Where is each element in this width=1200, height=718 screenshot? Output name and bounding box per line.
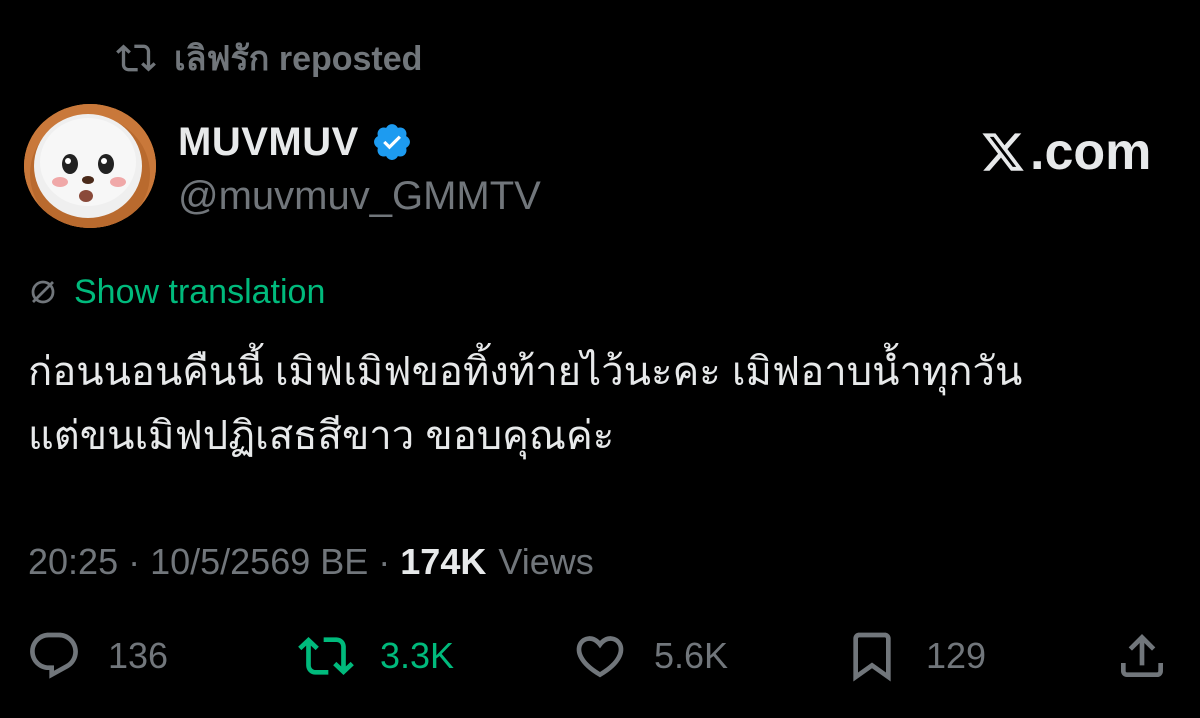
like-icon — [576, 636, 624, 678]
reply-icon — [30, 632, 78, 679]
show-translation-link[interactable]: Show translation — [28, 272, 325, 312]
like-count: 5.6K — [654, 635, 729, 676]
share-button[interactable] — [1114, 624, 1170, 688]
bookmark-button[interactable]: 129 — [844, 624, 986, 688]
verified-badge-icon — [373, 124, 410, 160]
repost-button[interactable]: 3.3K — [298, 624, 454, 688]
bookmark-count: 129 — [926, 635, 987, 676]
tweet-text: ก่อนนอนคืนนี้ เมิฟเมิฟขอทิ้งท้ายไว้นะคะ … — [28, 340, 1188, 468]
avatar-image — [24, 104, 156, 228]
author-name-row[interactable]: MUVMUV — [178, 118, 413, 166]
repost-label: reposted — [278, 40, 423, 78]
repost-banner[interactable]: เลิฟรัก reposted — [116, 36, 422, 80]
repost-count: 3.3K — [380, 635, 455, 676]
translate-icon — [31, 280, 55, 304]
tweet-meta: 20:25 · 10/5/2569 BE · 174K Views — [28, 538, 594, 586]
repost-icon — [298, 637, 354, 675]
tweet-text-line: ก่อนนอนคืนนี้ เมิฟเมิฟขอทิ้งท้ายไว้นะคะ … — [28, 350, 1023, 394]
watermark-text: .com — [1030, 123, 1152, 181]
avatar[interactable] — [24, 104, 156, 228]
share-icon — [1121, 634, 1163, 677]
views-count: 174K — [400, 541, 487, 582]
show-translation-label[interactable]: Show translation — [74, 273, 325, 312]
display-name[interactable]: MUVMUV — [178, 120, 359, 165]
x-logo-icon — [982, 133, 1024, 171]
reply-button[interactable]: 136 — [26, 624, 168, 688]
repost-user-name[interactable]: เลิฟรัก — [174, 40, 269, 78]
like-button[interactable]: 5.6K — [572, 624, 728, 688]
author-handle[interactable]: @muvmuv_GMMTV — [178, 172, 541, 220]
x-com-watermark: .com — [980, 122, 1151, 182]
tweet-time[interactable]: 20:25 — [28, 541, 118, 583]
reply-count: 136 — [108, 635, 169, 676]
meta-separator: · — [378, 541, 391, 582]
bookmark-icon — [853, 632, 891, 682]
meta-separator: · — [128, 541, 141, 582]
repost-icon — [116, 44, 156, 72]
tweet-text-line: แต่ขนเมิฟปฏิเสธสีขาว ขอบคุณค่ะ — [28, 414, 615, 458]
views-label: Views — [498, 541, 594, 582]
tweet-date[interactable]: 10/5/2569 BE — [150, 541, 368, 583]
